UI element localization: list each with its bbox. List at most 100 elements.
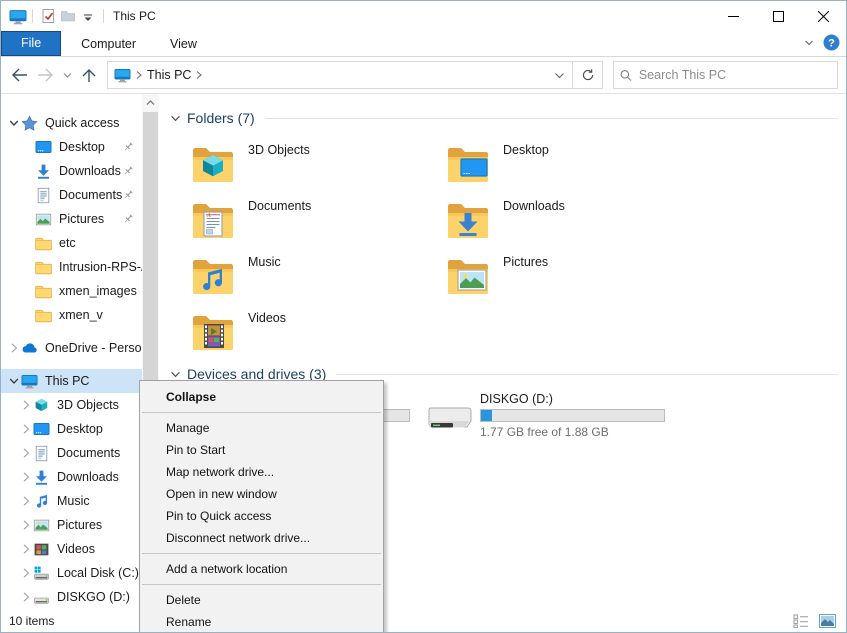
group-rule <box>336 374 838 375</box>
tab-file[interactable]: File <box>1 31 61 56</box>
breadcrumb[interactable]: This PC <box>147 68 191 82</box>
sidebar-item-xmen-v[interactable]: xmen_v <box>1 303 142 327</box>
folder-tile-videos[interactable]: Videos <box>169 303 424 359</box>
sidebar-item-xmen-images[interactable]: xmen_images <box>1 279 142 303</box>
refresh-icon[interactable] <box>572 62 602 88</box>
chevron-down-icon[interactable] <box>7 116 21 130</box>
sidebar-item-3d-objects[interactable]: 3D Objects <box>1 393 142 417</box>
chevron-right-icon[interactable] <box>7 341 21 355</box>
chevron-right-icon[interactable] <box>19 494 33 508</box>
drive-tile-diskgo-d-[interactable]: DISKGO (D:)1.77 GB free of 1.88 GB <box>424 391 679 443</box>
back-icon[interactable] <box>7 62 31 88</box>
menu-item-add-a-network-location[interactable]: Add a network location <box>140 558 383 580</box>
menu-item-collapse[interactable]: Collapse <box>140 386 383 408</box>
menu-item-pin-to-start[interactable]: Pin to Start <box>140 439 383 461</box>
chevron-right-icon[interactable] <box>19 422 33 436</box>
maximize-button[interactable] <box>756 1 801 31</box>
group-header[interactable]: Folders (7) <box>169 107 842 129</box>
address-bar[interactable]: This PC <box>107 61 603 89</box>
chevron-right-icon[interactable] <box>19 470 33 484</box>
divider <box>103 9 104 23</box>
thumbnails-view-icon[interactable] <box>816 612 838 630</box>
forward-icon[interactable] <box>33 62 57 88</box>
menu-item-manage[interactable]: Manage <box>140 417 383 439</box>
folder-tile-music[interactable]: Music <box>169 247 424 303</box>
menu-item-delete[interactable]: Delete <box>140 589 383 611</box>
search-input[interactable] <box>639 68 831 82</box>
menu-item-map-network-drive-[interactable]: Map network drive... <box>140 461 383 483</box>
sidebar-item-local-disk-c-[interactable]: Local Disk (C:) <box>1 561 142 585</box>
new-folder-icon[interactable] <box>58 6 78 26</box>
qat-customize-icon[interactable] <box>78 6 98 26</box>
tab-view[interactable]: View <box>156 32 211 56</box>
folder-tile-3d-objects[interactable]: 3D Objects <box>169 135 424 191</box>
sidebar-item-quick-access[interactable]: Quick access <box>1 111 142 135</box>
folder-tile-documents[interactable]: ADocuments <box>169 191 424 247</box>
navigation-bar: This PC <box>1 57 846 94</box>
sidebar-item-this-pc[interactable]: This PC <box>1 369 142 393</box>
thispc-small-icon <box>21 373 38 390</box>
chevron-right-icon[interactable] <box>19 590 33 604</box>
chevron-right-icon[interactable] <box>19 518 33 532</box>
chevron-down-icon[interactable] <box>7 374 21 388</box>
address-dropdown-chevron-icon[interactable] <box>546 62 572 88</box>
up-icon[interactable] <box>77 62 101 88</box>
sidebar-item-label: Downloads <box>57 470 119 484</box>
sidebar-item-pictures[interactable]: Pictures <box>1 513 142 537</box>
file-explorer-window: This PC FileComputerView ? <box>0 0 847 633</box>
details-view-icon[interactable] <box>790 612 812 630</box>
menu-item-disconnect-network-drive-[interactable]: Disconnect network drive... <box>140 527 383 549</box>
scroll-up-icon[interactable] <box>142 94 159 111</box>
sidebar-item-onedrive-person[interactable]: OneDrive - Person <box>1 336 142 360</box>
recent-locations-chevron-icon[interactable] <box>59 62 75 88</box>
folder-tile-downloads[interactable]: Downloads <box>424 191 679 247</box>
tab-computer[interactable]: Computer <box>67 32 150 56</box>
sidebar-item-desktop[interactable]: Desktop <box>1 135 142 159</box>
menu-item-open-in-new-window[interactable]: Open in new window <box>140 483 383 505</box>
properties-check-icon[interactable] <box>38 6 58 26</box>
help-icon[interactable]: ? <box>823 34 840 56</box>
folder-tile-pictures[interactable]: Pictures <box>424 247 679 303</box>
sidebar-item-label: Desktop <box>59 140 105 154</box>
sidebar-item-downloads[interactable]: Downloads <box>1 465 142 489</box>
pin-icon <box>122 165 134 177</box>
search-box[interactable] <box>613 61 838 89</box>
folder-icon <box>35 235 52 252</box>
close-button[interactable] <box>801 1 846 31</box>
sidebar-item-etc[interactable]: etc <box>1 231 142 255</box>
sidebar-item-desktop[interactable]: Desktop <box>1 417 142 441</box>
minimize-ribbon-chevron-icon[interactable] <box>803 36 815 54</box>
menu-item-rename[interactable]: Rename <box>140 611 383 633</box>
documents-icon <box>35 187 52 204</box>
menu-item-pin-to-quick-access[interactable]: Pin to Quick access <box>140 505 383 527</box>
pictures-icon <box>35 211 52 228</box>
sidebar-item-diskgo-d-[interactable]: DISKGO (D:) <box>1 585 142 609</box>
sidebar-item-pictures[interactable]: Pictures <box>1 207 142 231</box>
sidebar-item-downloads[interactable]: Downloads <box>1 159 142 183</box>
sidebar-item-videos[interactable]: Videos <box>1 537 142 561</box>
breadcrumb-pc-icon <box>114 67 131 84</box>
chevron-right-icon[interactable] <box>19 566 33 580</box>
group-label: Folders (7) <box>187 110 255 126</box>
minimize-button[interactable] <box>711 1 756 31</box>
group-chevron-icon <box>169 368 182 381</box>
sidebar-item-label: Pictures <box>59 212 104 226</box>
tile-label: 3D Objects <box>248 143 310 157</box>
folder-music-icon <box>189 249 237 299</box>
chevron-right-icon[interactable] <box>19 446 33 460</box>
items-count: 10 items <box>9 614 54 628</box>
tile-label: Desktop <box>503 143 549 157</box>
sidebar-item-documents[interactable]: Documents <box>1 183 142 207</box>
sidebar-item-label: Pictures <box>57 518 102 532</box>
window-title: This PC <box>113 9 156 23</box>
usb-drive-icon <box>33 589 50 606</box>
sidebar-item-documents[interactable]: Documents <box>1 441 142 465</box>
chevron-right-icon[interactable] <box>19 542 33 556</box>
folder-tile-desktop[interactable]: Desktop <box>424 135 679 191</box>
sidebar-item-label: Videos <box>57 542 95 556</box>
folder-icon <box>35 259 52 276</box>
sidebar-item-intrusion-rps-a[interactable]: Intrusion-RPS-A <box>1 255 142 279</box>
title-bar: This PC <box>1 1 846 31</box>
sidebar-item-music[interactable]: Music <box>1 489 142 513</box>
chevron-right-icon[interactable] <box>19 398 33 412</box>
